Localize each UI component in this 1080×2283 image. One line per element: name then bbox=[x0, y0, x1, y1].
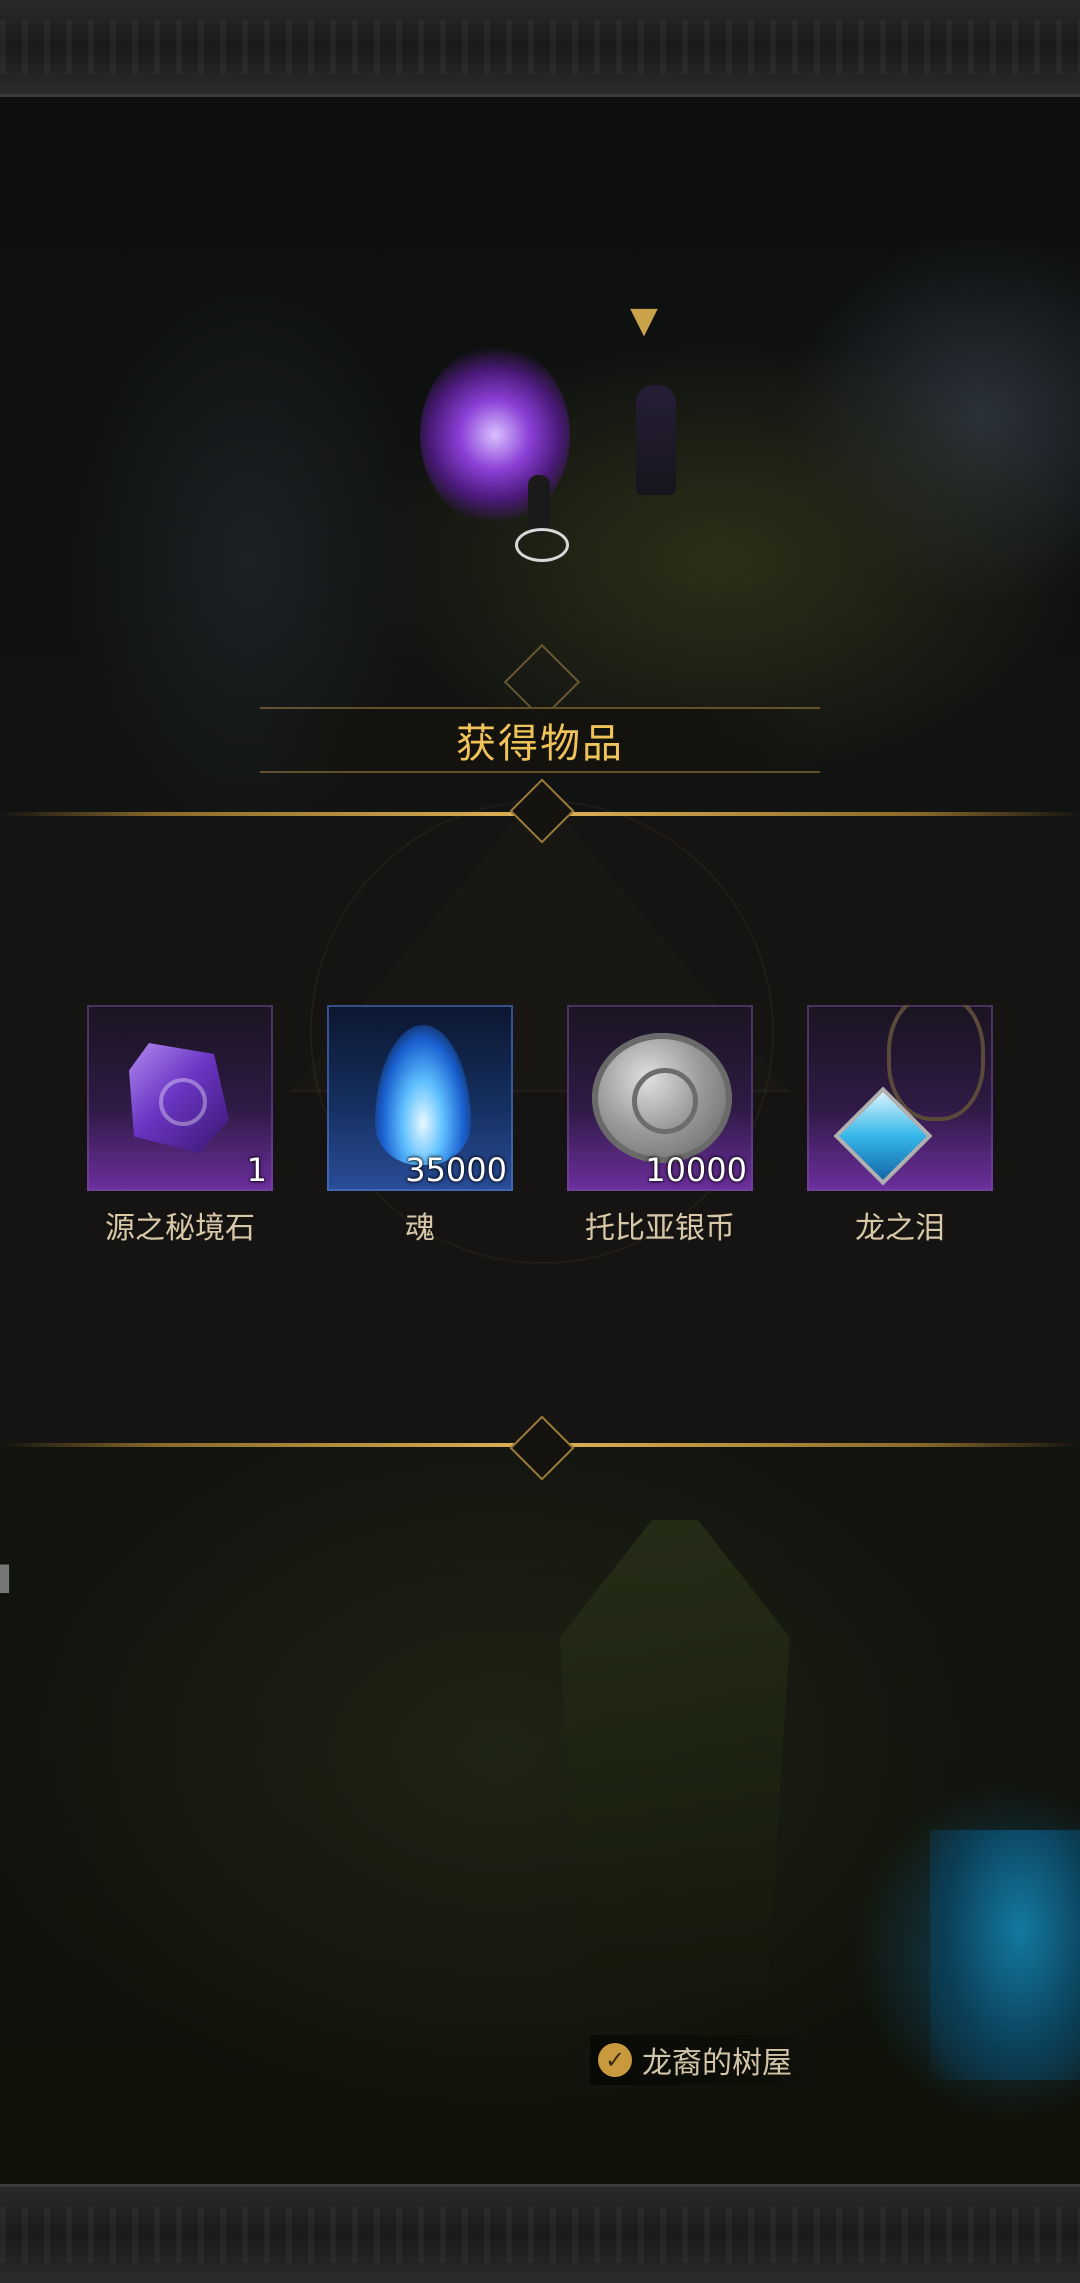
reward-items-row: 1 源之秘境石 35000 魂 10000 托比亚银币 龙之泪 bbox=[0, 1005, 1080, 1247]
dialog-title: 获得物品 bbox=[456, 721, 624, 767]
player-selection-ring bbox=[515, 528, 569, 562]
npc-figure bbox=[636, 385, 676, 495]
item-quantity: 35000 bbox=[405, 1151, 507, 1189]
item-slot[interactable] bbox=[807, 1005, 993, 1191]
reward-item[interactable]: 35000 魂 bbox=[327, 1005, 513, 1247]
item-slot[interactable]: 35000 bbox=[327, 1005, 513, 1191]
dialog-title-wrap: 获得物品 bbox=[0, 695, 1080, 785]
blue-soul-flame-icon bbox=[375, 1025, 471, 1165]
silver-coin-icon bbox=[592, 1033, 732, 1163]
item-quantity: 10000 bbox=[645, 1151, 747, 1189]
player-character bbox=[528, 475, 550, 535]
dialog-title-bar: 获得物品 bbox=[260, 707, 820, 773]
quest-check-icon: ✓ bbox=[598, 2043, 632, 2077]
reward-item[interactable]: 1 源之秘境石 bbox=[87, 1005, 273, 1247]
item-name: 魂 bbox=[405, 1211, 435, 1246]
waterfall-scenery bbox=[930, 1830, 1080, 2080]
reward-item[interactable]: 龙之泪 bbox=[807, 1005, 993, 1247]
location-label[interactable]: ✓ 龙裔的树屋 bbox=[590, 2035, 814, 2085]
item-name: 龙之泪 bbox=[855, 1211, 945, 1246]
bottom-frame-border bbox=[0, 2184, 1080, 2283]
item-quantity: 1 bbox=[246, 1151, 267, 1189]
location-name: 龙裔的树屋 bbox=[642, 2046, 792, 2081]
reward-item[interactable]: 10000 托比亚银币 bbox=[567, 1005, 753, 1247]
item-name: 托比亚银币 bbox=[585, 1211, 735, 1246]
item-name: 源之秘境石 bbox=[105, 1211, 255, 1246]
item-slot[interactable]: 10000 bbox=[567, 1005, 753, 1191]
edge-glyph: ▌ bbox=[0, 1565, 19, 1593]
top-frame-border bbox=[0, 0, 1080, 97]
necklace-cord-icon bbox=[887, 1005, 985, 1121]
purple-gem-icon bbox=[129, 1043, 229, 1153]
waypoint-marker-icon: ▼ bbox=[630, 300, 658, 341]
item-slot[interactable]: 1 bbox=[87, 1005, 273, 1191]
